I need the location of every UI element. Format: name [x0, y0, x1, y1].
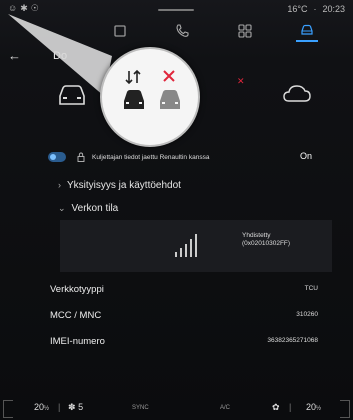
notification-handle[interactable]: [158, 9, 194, 11]
zoom-magnifier: [100, 47, 200, 147]
user-icon: ☺: [8, 3, 21, 13]
climate-bar: 20½ | ✽ 5 SYNC A/C ✿ | 20½: [0, 398, 353, 420]
info-value: 36382365271068: [267, 337, 318, 344]
signal-strength-icon: [175, 234, 197, 257]
left-bracket: [3, 400, 13, 418]
lock-icon: [77, 152, 85, 162]
clock: 20:23: [322, 4, 345, 14]
info-value: 310260: [296, 311, 318, 318]
vehicle-settings-screen: ☺✱☉ 16°C · 20:23 ← Do ✕ Kuljettajan tied…: [0, 0, 353, 420]
info-label: MCC / MNC: [50, 310, 102, 321]
temperature: 16°C: [287, 4, 308, 14]
page-title: Do: [53, 50, 68, 62]
sync-button[interactable]: SYNC: [132, 405, 149, 411]
privacy-section[interactable]: › Yksityisyys ja käyttöehdot: [58, 180, 181, 191]
data-sharing-row[interactable]: Kuljettajan tiedot jaettu Renaultin kans…: [48, 149, 338, 165]
network-status: Yhdistetty (0x02010302FF): [242, 232, 290, 248]
seat-heating-icon[interactable]: ✿: [272, 402, 280, 413]
apps-icon[interactable]: [234, 20, 256, 42]
right-bracket: [340, 400, 350, 418]
fan-icon: ✽: [68, 402, 76, 412]
car-icon: [59, 85, 85, 105]
app-bar: [0, 18, 353, 46]
passenger-temperature[interactable]: 20½: [306, 402, 321, 412]
car-no-data-icon: [160, 70, 180, 109]
bluetooth-icon: ✱: [20, 3, 31, 13]
divider: |: [58, 402, 61, 412]
divider: |: [289, 402, 292, 412]
network-status-line2: (0x02010302FF): [242, 240, 291, 247]
status-icons: ☺✱☉: [8, 3, 42, 14]
media-icon[interactable]: [109, 20, 131, 42]
fan-speed[interactable]: ✽ 5: [68, 402, 83, 413]
separator: ·: [313, 4, 317, 14]
car-data-transfer-icon: [124, 69, 144, 109]
data-sharing-state: On: [299, 151, 312, 161]
data-sharing-toggle[interactable]: [48, 152, 66, 162]
privacy-label: Yksityisyys ja käyttöehdot: [67, 180, 181, 191]
phone-icon[interactable]: [171, 20, 193, 42]
status-right: 16°C · 20:23: [281, 4, 345, 14]
info-row-mcc-mnc: MCC / MNC 310260: [50, 310, 318, 324]
status-bar: ☺✱☉ 16°C · 20:23: [0, 0, 353, 18]
info-label: IMEI-numero: [50, 336, 105, 347]
info-value: TCU: [304, 285, 318, 292]
cloud-icon: [283, 85, 311, 102]
info-row-network-type: Verkkotyyppi TCU: [50, 284, 318, 298]
chevron-right-icon: ›: [58, 180, 61, 190]
chevron-down-icon: ⌄: [58, 203, 66, 213]
data-sharing-label: Kuljettajan tiedot jaettu Renaultin kans…: [92, 153, 210, 161]
network-label: Verkon tila: [71, 203, 119, 214]
vehicle-icon[interactable]: [296, 20, 318, 42]
wifi-icon: ☉: [30, 3, 42, 13]
back-arrow-icon[interactable]: ←: [8, 48, 21, 63]
network-status-panel: Yhdistetty (0x02010302FF): [60, 220, 332, 272]
info-row-imei: IMEI-numero 36382365271068: [50, 336, 318, 350]
disconnect-icon: ✕: [237, 76, 245, 86]
ac-button[interactable]: A/C: [220, 405, 230, 411]
info-label: Verkkotyyppi: [50, 284, 104, 295]
network-status-line1: Yhdistetty: [242, 232, 271, 239]
driver-temperature[interactable]: 20½: [34, 402, 49, 412]
network-section[interactable]: ⌄ Verkon tila: [58, 203, 118, 214]
